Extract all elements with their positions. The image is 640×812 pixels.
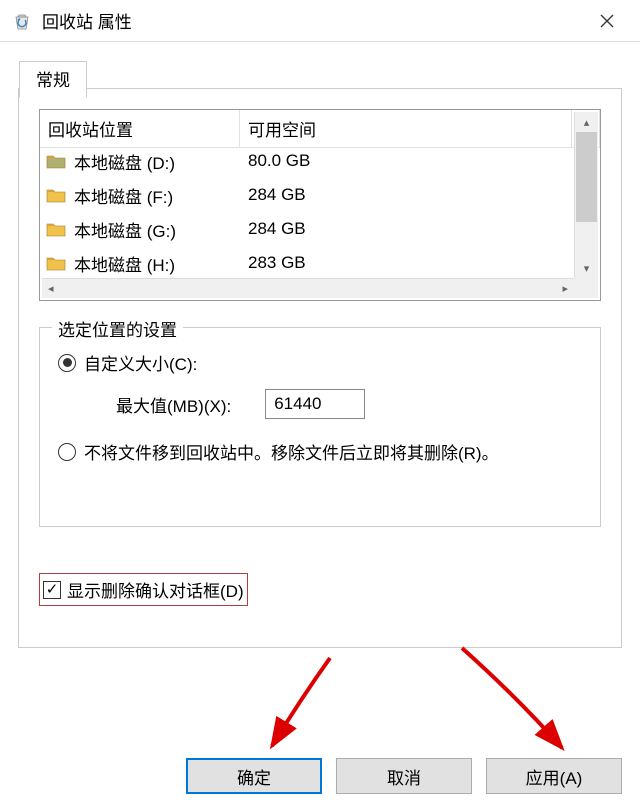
checkbox-icon: ✓ — [43, 581, 61, 599]
col-space[interactable]: 可用空间 — [240, 110, 572, 148]
horizontal-scrollbar[interactable]: ◂ ▸ — [42, 278, 574, 298]
list-item[interactable]: 本地磁盘 (H:) 283 GB — [40, 246, 572, 278]
list-item[interactable]: 本地磁盘 (D:) 80.0 GB — [40, 144, 572, 178]
folder-icon — [46, 187, 66, 203]
drive-space: 283 GB — [240, 253, 306, 273]
drive-space: 284 GB — [240, 219, 306, 239]
scroll-up-icon[interactable]: ▴ — [575, 112, 598, 132]
col-location[interactable]: 回收站位置 — [40, 110, 240, 148]
vertical-scrollbar[interactable]: ▴ ▾ — [574, 112, 598, 278]
location-list: 回收站位置 可用空间 本地磁盘 (D:) 80.0 GB 本地磁盘 (F:) 284 … — [39, 109, 601, 301]
drive-space: 284 GB — [240, 185, 306, 205]
tab-label: 常规 — [36, 71, 70, 90]
tab-panel: 常规 回收站位置 可用空间 本地磁盘 (D:)80.0 GB本地磁盘 (F:)2… — [18, 88, 622, 648]
radio-custom-size[interactable]: 自定义大小(C): — [58, 350, 586, 375]
checkmark-icon: ✓ — [46, 582, 59, 597]
ok-button[interactable]: 确定 — [186, 758, 322, 794]
settings-fieldset: 选定位置的设置 自定义大小(C): 最大值(MB)(X): 不将文件移到回收站中… — [39, 327, 601, 527]
scroll-down-icon[interactable]: ▾ — [575, 258, 598, 278]
confirm-delete-checkbox[interactable]: ✓ 显示删除确认对话框(D) — [39, 573, 248, 606]
annotation-arrow — [450, 640, 580, 760]
checkbox-label: 显示删除确认对话框(D) — [67, 577, 244, 602]
list-header: 回收站位置 可用空间 — [40, 110, 600, 148]
folder-icon — [46, 221, 66, 237]
radio-label: 自定义大小(C): — [84, 350, 197, 375]
fieldset-legend: 选定位置的设置 — [52, 316, 183, 341]
drive-name: 本地磁盘 (G:) — [74, 217, 176, 242]
list-item[interactable]: 本地磁盘 (F:) 284 GB — [40, 178, 572, 212]
radio-icon — [58, 354, 76, 372]
radio-label: 不将文件移到回收站中。移除文件后立即将其删除(R)。 — [84, 439, 499, 464]
drive-name: 本地磁盘 (H:) — [74, 251, 175, 276]
drive-name: 本地磁盘 (D:) — [74, 149, 175, 174]
radio-icon — [58, 443, 76, 461]
drive-name: 本地磁盘 (F:) — [74, 183, 173, 208]
tab-general[interactable]: 常规 — [19, 61, 87, 98]
scroll-left-icon[interactable]: ◂ — [48, 282, 54, 295]
apply-button[interactable]: 应用(A) — [486, 758, 622, 794]
annotation-arrow — [260, 650, 340, 760]
close-button[interactable] — [582, 6, 632, 36]
max-label: 最大值(MB)(X): — [116, 392, 231, 417]
drive-space: 80.0 GB — [240, 151, 310, 171]
folder-icon — [46, 153, 66, 169]
list-item[interactable]: 本地磁盘 (G:) 284 GB — [40, 212, 572, 246]
scroll-thumb[interactable] — [576, 132, 597, 222]
dialog-buttons: 确定 取消 应用(A) — [186, 758, 622, 794]
titlebar: 回收站 属性 — [0, 0, 640, 42]
max-size-input[interactable] — [265, 389, 365, 419]
cancel-button[interactable]: 取消 — [336, 758, 472, 794]
scroll-right-icon[interactable]: ▸ — [562, 282, 568, 295]
window-title: 回收站 属性 — [42, 8, 582, 33]
folder-icon — [46, 255, 66, 271]
recycle-bin-icon — [12, 11, 32, 31]
radio-no-recycle[interactable]: 不将文件移到回收站中。移除文件后立即将其删除(R)。 — [58, 439, 586, 464]
